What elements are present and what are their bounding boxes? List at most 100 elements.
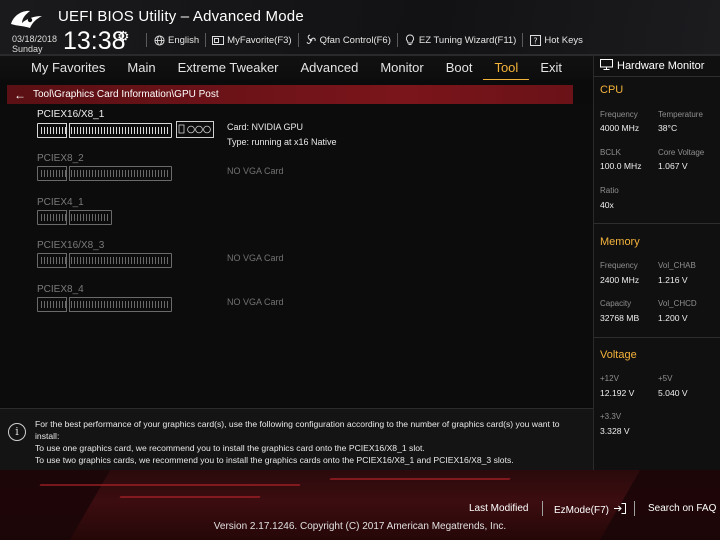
footer-decoration <box>119 496 261 498</box>
fan-icon <box>305 34 317 46</box>
slot-label-pciex16-x8-1: PCIEX16/X8_1 <box>37 109 105 120</box>
voltage-section-title: Voltage <box>600 349 637 361</box>
breadcrumb-path: Tool\Graphics Card Information\GPU Post <box>33 89 219 100</box>
tab-exit[interactable]: Exit <box>529 57 573 79</box>
card-link-type: Type: running at x16 Native <box>227 137 337 147</box>
slot-key <box>66 166 70 181</box>
toolbar-divider <box>522 33 524 47</box>
gpu-post-panel: PCIEX16/X8_1 Card: NVIDIA GPU Type: runn… <box>0 104 593 406</box>
back-arrow-icon[interactable]: ← <box>7 88 33 102</box>
pcie-slot-graphic <box>37 166 172 181</box>
help-line: To use one graphics card, we recommend y… <box>35 443 425 453</box>
footer-decoration <box>39 484 301 486</box>
cpu-frequency-label: Frequency <box>600 110 638 119</box>
exit-arrow-icon <box>613 503 627 517</box>
svg-text:?: ? <box>533 36 537 45</box>
qfan-control-button[interactable]: Qfan Control(F6) <box>305 34 391 46</box>
ratio-value: 40x <box>600 200 614 210</box>
tab-boot[interactable]: Boot <box>435 57 484 79</box>
tab-tool[interactable]: Tool <box>483 57 530 80</box>
tab-my-favorites[interactable]: My Favorites <box>0 57 116 79</box>
top-toolbar: English MyFavorite(F3) Qfan Control(F6) … <box>140 32 583 48</box>
day-text: Sunday <box>12 44 43 54</box>
v33-label: +3.3V <box>600 412 622 421</box>
help-line: To use two graphics cards, we recommend … <box>35 455 514 465</box>
slot-label-pciex8-4: PCIEX8_4 <box>37 284 84 295</box>
core-voltage-value: 1.067 V <box>658 161 688 171</box>
v12-value: 12.192 V <box>600 388 635 398</box>
memory-frequency-label: Frequency <box>600 261 638 270</box>
graphics-card-icon <box>176 121 214 138</box>
vol-chcd-value: 1.200 V <box>658 313 688 323</box>
monitor-icon <box>600 59 613 73</box>
toolbar-divider <box>396 33 398 47</box>
cpu-temperature-label: Temperature <box>658 110 703 119</box>
my-favorite-label: MyFavorite(F3) <box>227 34 292 46</box>
last-modified-button[interactable]: Last Modified <box>469 503 528 514</box>
toolbar-divider <box>146 33 147 47</box>
help-text: For the best performance of your graphic… <box>35 418 585 466</box>
memory-frequency-value: 2400 MHz <box>600 275 640 285</box>
slot-status: NO VGA Card <box>227 297 284 307</box>
date-text: 03/18/2018 <box>12 34 58 44</box>
my-favorite-button[interactable]: MyFavorite(F3) <box>212 34 292 46</box>
pcie-slot-graphic <box>37 123 172 138</box>
bclk-label: BCLK <box>600 148 621 157</box>
qfan-control-label: Qfan Control(F6) <box>319 34 391 46</box>
footer-divider <box>634 501 635 516</box>
vol-chab-label: Vol_CHAB <box>658 261 696 270</box>
app-title: UEFI BIOS Utility – Advanced Mode <box>58 8 304 25</box>
ez-tuning-wizard-button[interactable]: EZ Tuning Wizard(F11) <box>404 34 517 46</box>
header-bar: UEFI BIOS Utility – Advanced Mode 03/18/… <box>0 0 720 56</box>
gear-icon[interactable]: ⚙ <box>117 28 130 45</box>
info-icon: i <box>8 423 26 441</box>
hardware-monitor-panel: Hardware Monitor CPU Frequency Temperatu… <box>593 56 720 484</box>
pcie-slot-graphic <box>37 210 112 225</box>
help-info-bar: i For the best performance of your graph… <box>0 408 593 470</box>
language-button[interactable]: English <box>153 34 199 46</box>
divider <box>594 223 720 224</box>
vol-chcd-label: Vol_CHCD <box>658 299 697 308</box>
hardware-monitor-title: Hardware Monitor <box>600 59 704 73</box>
v5-value: 5.040 V <box>658 388 688 398</box>
tab-extreme-tweaker[interactable]: Extreme Tweaker <box>167 57 290 79</box>
search-faq-button[interactable]: Search on FAQ <box>648 503 716 514</box>
capacity-value: 32768 MB <box>600 313 640 323</box>
slot-key <box>66 297 70 312</box>
toolbar-divider <box>205 33 207 47</box>
tab-advanced[interactable]: Advanced <box>290 57 370 79</box>
version-text: Version 2.17.1246. Copyright (C) 2017 Am… <box>213 521 507 532</box>
slot-status: NO VGA Card <box>227 166 284 176</box>
card-name: Card: NVIDIA GPU <box>227 122 304 132</box>
v5-label: +5V <box>658 374 673 383</box>
pcie-slot-graphic <box>37 253 172 268</box>
vol-chab-value: 1.216 V <box>658 275 688 285</box>
divider <box>594 337 720 338</box>
ezmode-label: EzMode(F7) <box>554 504 610 516</box>
core-voltage-label: Core Voltage <box>658 148 705 157</box>
toolbar-divider <box>297 33 299 47</box>
date-display[interactable]: 03/18/2018 Sunday <box>12 34 57 54</box>
footer-divider <box>542 501 543 516</box>
pcie-slot-graphic <box>37 297 172 312</box>
tab-main[interactable]: Main <box>116 57 166 79</box>
slot-label-pciex8-2: PCIEX8_2 <box>37 153 84 164</box>
tab-monitor[interactable]: Monitor <box>369 57 434 79</box>
v33-value: 3.328 V <box>600 426 630 436</box>
globe-icon <box>153 34 165 46</box>
hot-keys-button[interactable]: ? Hot Keys <box>529 34 583 46</box>
breadcrumb: ← Tool\Graphics Card Information\GPU Pos… <box>7 85 573 104</box>
capacity-label: Capacity <box>600 299 632 308</box>
v12-label: +12V <box>600 374 619 383</box>
ez-tuning-wizard-label: EZ Tuning Wizard(F11) <box>418 34 517 46</box>
cpu-temperature-value: 38°C <box>658 123 678 133</box>
language-label: English <box>168 34 200 46</box>
footer-bar: Last Modified EzMode(F7) Search on FAQ V… <box>0 470 720 540</box>
slot-label-pciex16-x8-3: PCIEX16/X8_3 <box>37 240 105 251</box>
main-menu: My Favorites Main Extreme Tweaker Advanc… <box>0 56 593 80</box>
memory-section-title: Memory <box>600 236 640 248</box>
divider <box>594 76 720 77</box>
question-icon: ? <box>529 34 541 46</box>
ezmode-button[interactable]: EzMode(F7) <box>554 503 627 517</box>
hot-keys-label: Hot Keys <box>544 34 583 46</box>
